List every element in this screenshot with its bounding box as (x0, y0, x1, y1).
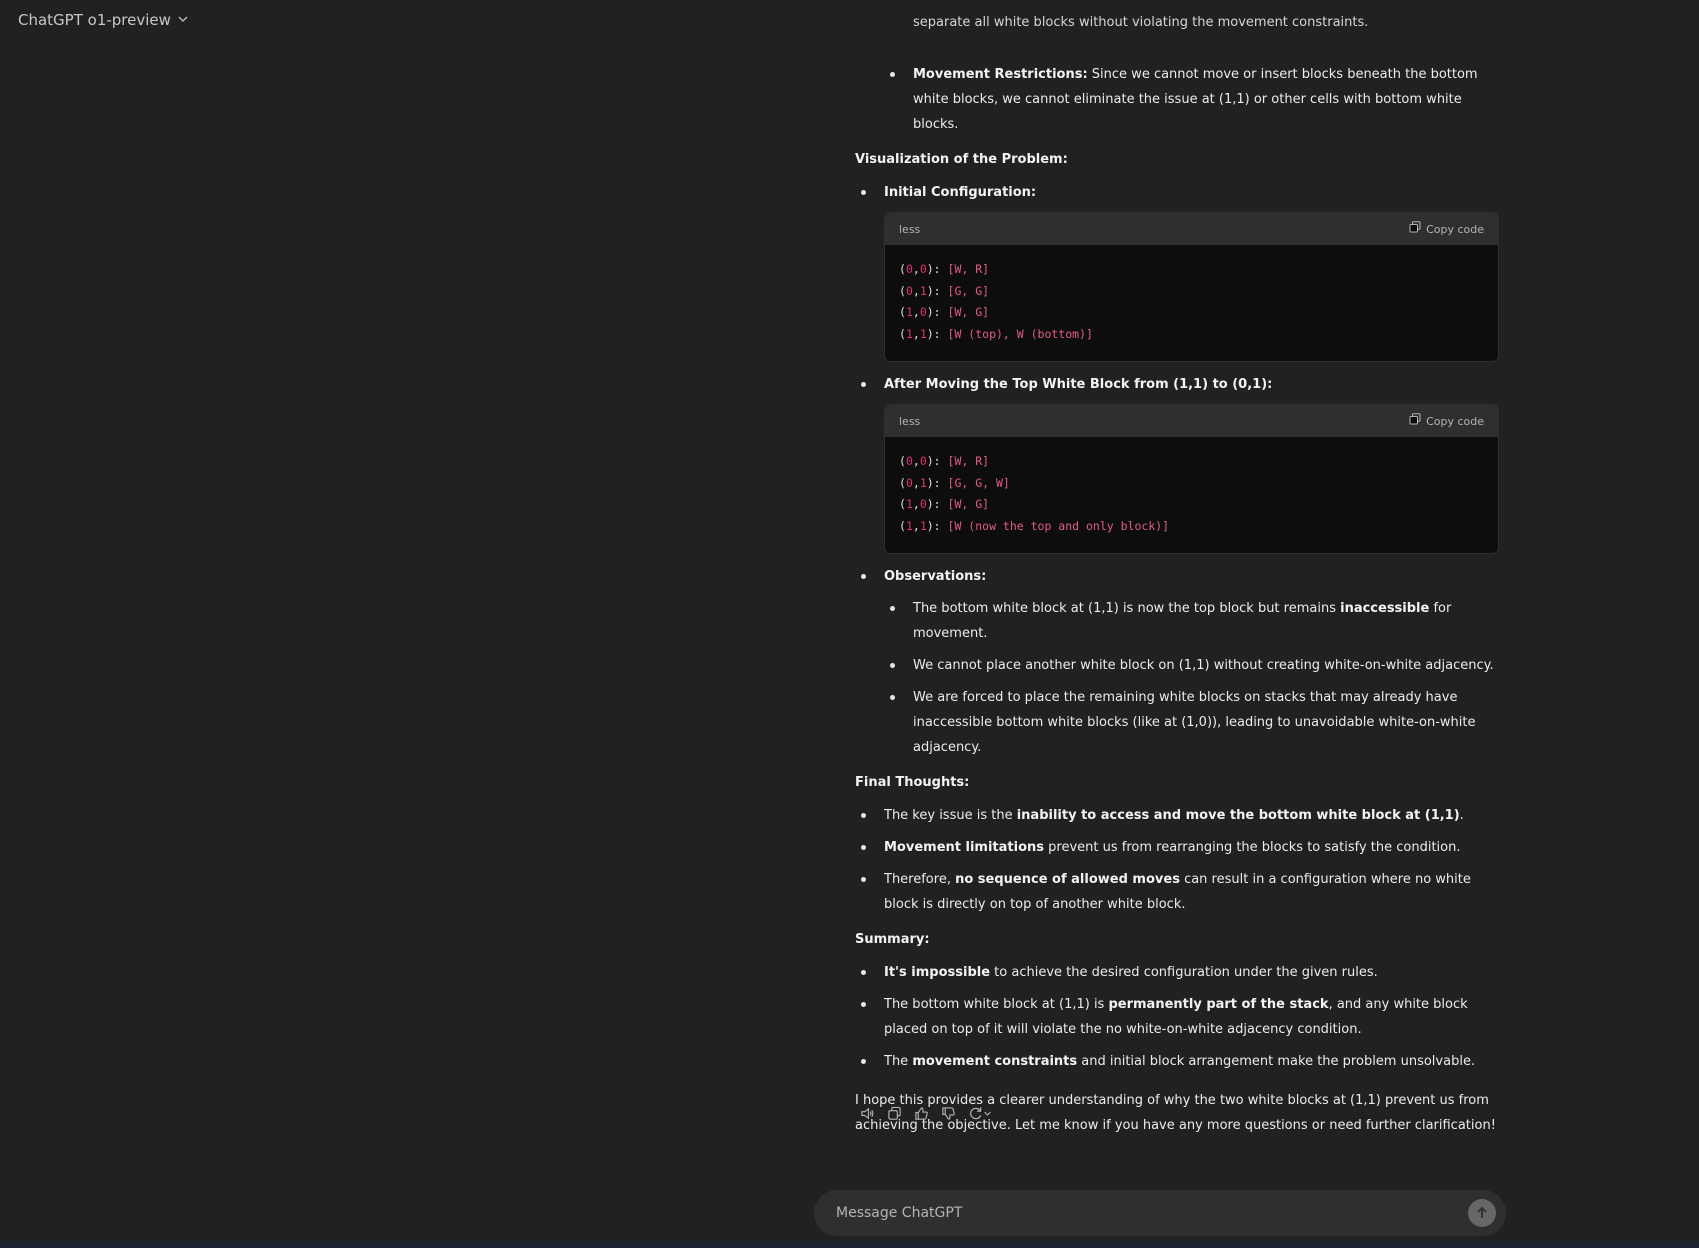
regenerate-icon (970, 1107, 982, 1120)
code-line: (1,1): [W (now the top and only block)] (899, 518, 1170, 533)
code-block-after: less Copy code (0,0): [W, R] (0,1): [G, … (884, 404, 1499, 554)
code-line: (1,1): [W (top), W (bottom)] (899, 326, 1093, 341)
list-item: The bottom white block at (1,1) is now t… (884, 596, 1497, 646)
code-body: (0,0): [W, R] (0,1): [G, G, W] (1,0): [W… (885, 437, 1498, 553)
code-line: (1,0): [W, G] (899, 497, 990, 511)
copy-message-button[interactable] (887, 1105, 904, 1122)
copy-icon (1409, 217, 1421, 242)
copy-code-button[interactable]: Copy code (1409, 217, 1484, 242)
code-block-initial: less Copy code (0,0): [W, R] (0,1): [G, … (884, 212, 1499, 362)
visualization-heading: Visualization of the Problem: (855, 152, 1068, 167)
taskbar-strip (0, 1241, 1699, 1248)
chat-page: ChatGPT o1-preview separate all white bl… (0, 0, 1699, 1248)
list-item: It's impossible to achieve the desired c… (855, 960, 1497, 985)
after-moving-item: After Moving the Top White Block from (1… (855, 372, 1497, 397)
message-input[interactable] (834, 1204, 1468, 1222)
summary-heading: Summary: (855, 932, 930, 947)
code-line: (0,0): [W, R] (899, 454, 990, 468)
code-language: less (899, 222, 921, 236)
code-line: (1,0): [W, G] (899, 305, 990, 319)
movement-restrictions-item: Movement Restrictions: Since we cannot m… (884, 62, 1497, 137)
copy-icon (1409, 409, 1421, 434)
copy-icon (888, 1106, 901, 1120)
send-button[interactable] (1468, 1199, 1496, 1227)
code-language: less (899, 414, 921, 428)
list-item: We are forced to place the remaining whi… (884, 685, 1497, 760)
thumbs-down-icon (942, 1107, 955, 1120)
list-item: Therefore, no sequence of allowed moves … (855, 867, 1497, 917)
read-aloud-button[interactable] (860, 1105, 877, 1122)
code-body: (0,0): [W, R] (0,1): [G, G] (1,0): [W, G… (885, 245, 1498, 361)
code-header: less Copy code (885, 405, 1498, 437)
list-item: The bottom white block at (1,1) is perma… (855, 992, 1497, 1042)
observations-sublist: The bottom white block at (1,1) is now t… (884, 596, 1497, 760)
model-label: ChatGPT o1-preview (18, 11, 171, 29)
list-item: The key issue is the inability to access… (855, 803, 1497, 828)
code-line: (0,1): [G, G] (899, 283, 990, 298)
regenerate-button[interactable] (968, 1105, 996, 1122)
composer (814, 1190, 1506, 1236)
chevron-down-icon (177, 11, 189, 29)
clipped-text-line: separate all white blocks without violat… (913, 16, 1369, 30)
list-item: We cannot place another white block on (… (884, 653, 1497, 678)
initial-config-item: Initial Configuration: (855, 180, 1497, 205)
thumbs-up-icon (915, 1107, 928, 1120)
thumbs-up-button[interactable] (914, 1105, 931, 1122)
speaker-icon (861, 1107, 874, 1120)
arrow-up-icon (1477, 1206, 1487, 1218)
chevron-down-icon (984, 1111, 991, 1116)
list-item: Movement limitations prevent us from rea… (855, 835, 1497, 860)
final-thoughts-heading: Final Thoughts: (855, 775, 970, 790)
list-item: Movement Restrictions: Since we cannot m… (884, 62, 1497, 137)
thumbs-down-button[interactable] (941, 1105, 958, 1122)
assistant-message: separate all white blocks without violat… (855, 16, 1499, 1138)
observations-item: Observations: (855, 564, 1497, 589)
code-line: (0,0): [W, R] (899, 262, 990, 276)
message-actions (860, 1105, 996, 1122)
list-item: The movement constraints and initial blo… (855, 1049, 1497, 1074)
copy-code-button[interactable]: Copy code (1409, 409, 1484, 434)
code-header: less Copy code (885, 213, 1498, 245)
model-selector[interactable]: ChatGPT o1-preview (18, 8, 189, 32)
code-line: (0,1): [G, G, W] (899, 475, 1010, 490)
